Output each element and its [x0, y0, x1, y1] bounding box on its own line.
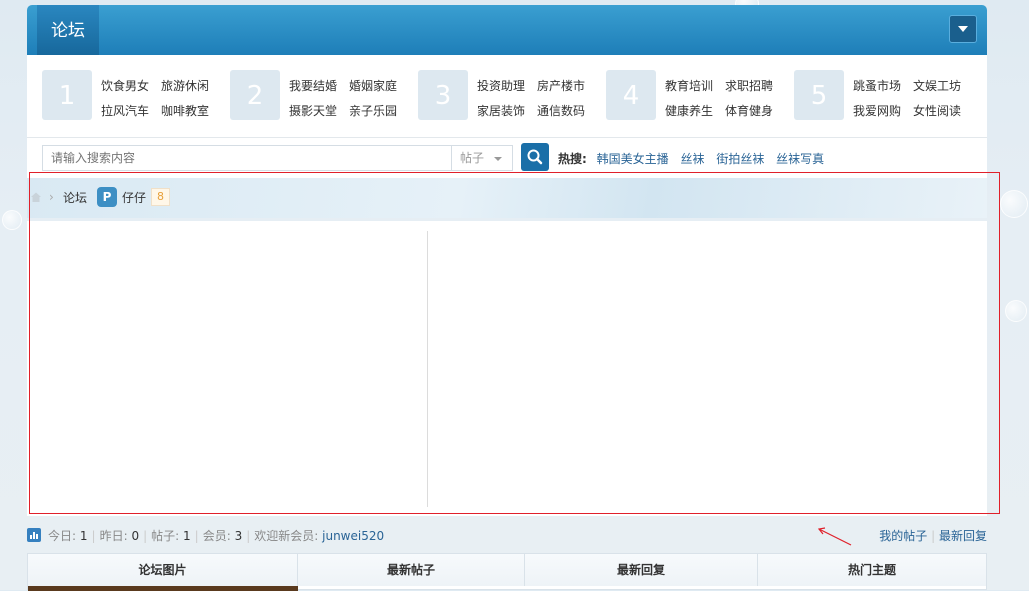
search-type-value: 帖子 [460, 151, 485, 165]
category-group-2: 2 我要结婚 婚姻家庭 摄影天堂 亲子乐园 [230, 70, 410, 122]
category-link[interactable]: 教育培训 [665, 77, 713, 94]
category-link[interactable]: 求职招聘 [725, 77, 773, 94]
search-icon [527, 149, 543, 165]
annotation-highlight-box [29, 172, 1000, 514]
hot-search-label: 热搜: [558, 152, 587, 166]
bg-bubble [1005, 300, 1027, 322]
category-link[interactable]: 通信数码 [537, 102, 585, 119]
category-link[interactable]: 我爱网购 [853, 102, 901, 119]
hot-search-link[interactable]: 韩国美女主播 [597, 152, 669, 166]
table-header-latest-posts: 最新帖子 [298, 554, 525, 586]
category-link[interactable]: 健康养生 [665, 102, 713, 119]
dropdown-menu-button[interactable] [949, 15, 977, 43]
stats-chart-icon [27, 528, 41, 542]
stat-label: 欢迎新会员: [254, 529, 319, 543]
forum-stats: 今日: 1 | 昨日: 0 | 帖子: 1 | 会员: 3 | 欢迎新会员: junwei520… [27, 526, 987, 544]
category-link[interactable]: 体育健身 [725, 102, 773, 119]
top-bar: 论坛 [27, 5, 987, 55]
category-link[interactable]: 投资助理 [477, 77, 525, 94]
category-link[interactable]: 房产楼市 [537, 77, 585, 94]
bg-bubble [1000, 190, 1028, 218]
stat-label: 帖子: [151, 529, 180, 543]
table-header-latest-replies: 最新回复 [525, 554, 758, 586]
category-link[interactable]: 女性阅读 [913, 102, 961, 119]
latest-replies-link[interactable]: 最新回复 [939, 529, 987, 543]
caret-down-icon [494, 157, 502, 161]
hot-search-link[interactable]: 丝袜写真 [776, 152, 824, 166]
category-link[interactable]: 家居装饰 [477, 102, 525, 119]
category-nav: 1 饮食男女 旅游休闲 拉风汽车 咖啡教室 2 我要结婚 婚姻家庭 摄影天堂 亲… [27, 55, 987, 138]
category-link[interactable]: 旅游休闲 [161, 77, 209, 94]
category-number: 4 [606, 70, 656, 120]
stat-value: 0 [131, 529, 140, 543]
category-link[interactable]: 婚姻家庭 [349, 77, 397, 94]
table-header-hot-topics: 热门主题 [758, 554, 986, 586]
category-number: 5 [794, 70, 844, 120]
search-button[interactable] [521, 143, 549, 171]
hot-search-link[interactable]: 街拍丝袜 [716, 152, 764, 166]
category-link[interactable]: 拉风汽车 [101, 102, 149, 119]
category-number: 3 [418, 70, 468, 120]
category-link[interactable]: 我要结婚 [289, 77, 337, 94]
category-group-4: 4 教育培训 求职招聘 健康养生 体育健身 [606, 70, 786, 122]
chevron-down-icon [958, 26, 968, 32]
stats-text: 今日: 1 | 昨日: 0 | 帖子: 1 | 会员: 3 | 欢迎新会员: junwei520 [48, 529, 385, 543]
category-link[interactable]: 亲子乐园 [349, 102, 397, 119]
hot-search: 热搜: 韩国美女主播 丝袜 街拍丝袜 丝袜写真 [558, 150, 832, 167]
forum-image-thumbnail[interactable] [28, 586, 298, 591]
forum-overview-table: 论坛图片 最新帖子 最新回复 热门主题 [27, 553, 987, 591]
forum-tab[interactable]: 论坛 [37, 5, 99, 55]
quick-links: 我的帖子 | 最新回复 [879, 529, 987, 543]
hot-search-link[interactable]: 丝袜 [680, 152, 704, 166]
category-link[interactable]: 文娱工坊 [913, 77, 961, 94]
stat-value: 1 [79, 529, 88, 543]
category-group-1: 1 饮食男女 旅游休闲 拉风汽车 咖啡教室 [42, 70, 222, 122]
category-number: 2 [230, 70, 280, 120]
category-link[interactable]: 跳蚤市场 [853, 77, 901, 94]
stat-value: 1 [183, 529, 191, 543]
stat-label: 今日: [48, 529, 77, 543]
category-group-5: 5 跳蚤市场 文娱工坊 我爱网购 女性阅读 [794, 70, 974, 122]
search-type-select[interactable]: 帖子 [452, 145, 513, 171]
category-link[interactable]: 咖啡教室 [161, 102, 209, 119]
table-header-images: 论坛图片 [28, 554, 298, 586]
stat-value: 3 [234, 529, 243, 543]
my-posts-link[interactable]: 我的帖子 [879, 529, 927, 543]
category-number: 1 [42, 70, 92, 120]
category-link[interactable]: 饮食男女 [101, 77, 149, 94]
category-link[interactable]: 摄影天堂 [289, 102, 337, 119]
new-member-link[interactable]: junwei520 [322, 529, 384, 543]
bg-bubble [2, 210, 22, 230]
search-input[interactable] [42, 145, 452, 171]
stat-label: 昨日: [99, 529, 128, 543]
stat-label: 会员: [202, 529, 231, 543]
category-group-3: 3 投资助理 房产楼市 家居装饰 通信数码 [418, 70, 598, 122]
